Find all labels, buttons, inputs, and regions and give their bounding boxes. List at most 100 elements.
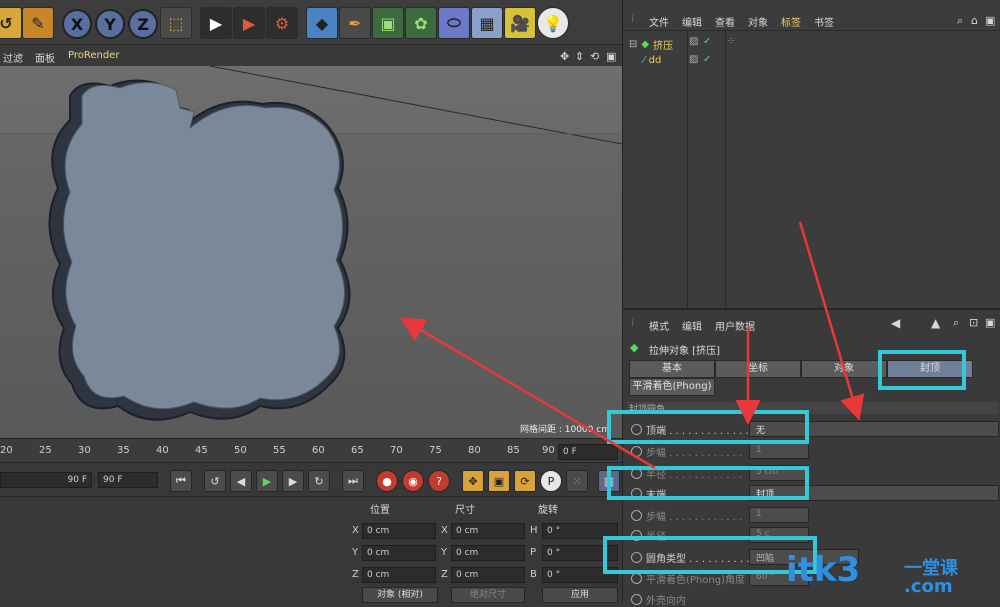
coord-mode-dropdown[interactable]: 对象 (相对) <box>362 587 438 603</box>
menu-edit[interactable]: 编辑 <box>682 318 702 333</box>
coord-system-icon[interactable]: ⬚ <box>160 7 192 39</box>
size-z-field[interactable]: 0 cm <box>451 567 525 583</box>
menu-bookmarks[interactable]: 书签 <box>814 14 834 29</box>
next-frame-icon[interactable]: ▶ <box>282 470 304 492</box>
floor-icon[interactable]: ▦ <box>471 7 503 39</box>
start-steps-field[interactable]: 1 <box>749 443 809 459</box>
go-to-start-icon[interactable]: ⏮ <box>170 470 192 492</box>
new-view-icon[interactable]: ▣ <box>985 316 995 329</box>
zoom-view-icon[interactable]: ⇕ <box>575 50 584 63</box>
phong-tag-icon[interactable]: ⁘ <box>727 36 735 47</box>
keyframe-selection-icon[interactable]: ? <box>428 470 450 492</box>
render-picture-icon[interactable]: ▶ <box>233 7 265 39</box>
size-mode-dropdown[interactable]: 绝对尺寸 <box>451 587 525 603</box>
menu-filter[interactable]: 过滤 <box>3 50 23 65</box>
key-param-icon[interactable]: P <box>540 470 562 492</box>
size-y-field[interactable]: 0 cm <box>451 545 525 561</box>
object-row[interactable]: ⊟ ◆ 挤压 <box>629 37 673 52</box>
tab-object[interactable]: 对象 <box>801 360 887 378</box>
search-icon[interactable]: ⌕ <box>957 14 963 28</box>
lock-icon[interactable]: ⊡ <box>969 316 978 329</box>
key-rotation-icon[interactable]: ⟳ <box>514 470 536 492</box>
pos-x-field[interactable]: 0 cm <box>362 523 436 539</box>
pen-spline-icon[interactable]: ✒ <box>339 7 371 39</box>
undo-icon[interactable]: ↺ <box>0 7 22 39</box>
end-steps-field[interactable]: 1 <box>749 507 809 523</box>
cube-icon[interactable]: ◆ <box>306 7 338 39</box>
expand-icon[interactable]: ⊟ <box>629 39 637 50</box>
menu-file[interactable]: 文件 <box>649 14 669 29</box>
new-view-icon[interactable]: ▣ <box>985 14 995 27</box>
end-steps-label: 步幅 . . . . . . . . . . . . <box>631 508 742 523</box>
tab-coords[interactable]: 坐标 <box>715 360 801 378</box>
radio-icon[interactable] <box>631 594 642 605</box>
maximize-view-icon[interactable]: ▣ <box>606 50 616 63</box>
auto-key-icon[interactable]: ◉ <box>402 470 424 492</box>
pos-axis-label: Y <box>352 547 359 558</box>
tick-label: 30 <box>78 445 91 456</box>
go-to-end-icon[interactable]: ⏭ <box>342 470 364 492</box>
live-select-icon[interactable]: ✎ <box>22 7 54 39</box>
position-header: 位置 <box>370 505 390 516</box>
layer-icon[interactable]: ▨ <box>689 36 698 47</box>
prev-frame-icon[interactable]: ◀ <box>230 470 252 492</box>
next-key-icon[interactable]: ↻ <box>308 470 330 492</box>
menu-edit[interactable]: 编辑 <box>682 14 702 29</box>
lock-x-icon[interactable]: X <box>62 9 92 39</box>
watermark: itk3 一堂课 .com <box>786 548 986 600</box>
up-arrow-icon[interactable]: ▲ <box>931 316 940 330</box>
rot-axis-label: P <box>530 547 537 558</box>
layer-icon[interactable]: ▨ <box>689 54 698 65</box>
menu-view[interactable]: 查看 <box>715 14 735 29</box>
render-view-icon[interactable]: ▶ <box>200 7 232 39</box>
perspective-viewport[interactable]: 网格间距 : 10000 cm <box>0 66 622 438</box>
menu-prorender[interactable]: ProRender <box>68 50 119 61</box>
radio-icon[interactable] <box>631 573 642 584</box>
object-manager-menu: ⁞ 文件 编辑 查看 对象 标签 书签 ⌕ ⌂ ▣ <box>623 10 1000 29</box>
render-settings-icon[interactable]: ⚙ <box>266 7 298 39</box>
object-row[interactable]: ⁄ dd <box>643 55 661 66</box>
size-x-field[interactable]: 0 cm <box>451 523 525 539</box>
radio-icon[interactable] <box>631 446 642 457</box>
camera-icon[interactable]: 🎥 <box>504 7 536 39</box>
deformer-icon[interactable]: ⬭ <box>438 7 470 39</box>
move-view-icon[interactable]: ✥ <box>560 50 569 63</box>
rotate-view-icon[interactable]: ⟲ <box>590 50 599 63</box>
preview-end-field[interactable]: 90 F <box>0 472 92 488</box>
timeline-ruler[interactable]: 20 25 30 35 40 45 50 55 60 65 70 75 80 8… <box>0 438 622 462</box>
play-icon[interactable]: ▶ <box>256 470 278 492</box>
key-position-icon[interactable]: ✥ <box>462 470 484 492</box>
size-axis-label: X <box>441 525 448 536</box>
record-icon[interactable]: ● <box>376 470 398 492</box>
watermark-domain: .com <box>904 576 953 597</box>
enabled-check-icon[interactable]: ✓ <box>703 54 711 65</box>
enabled-check-icon[interactable]: ✓ <box>703 36 711 47</box>
menu-mode[interactable]: 模式 <box>649 318 669 333</box>
lock-z-icon[interactable]: Z <box>128 9 158 39</box>
radio-icon[interactable] <box>631 510 642 521</box>
menu-user-data[interactable]: 用户数据 <box>715 318 755 333</box>
menu-panel[interactable]: 面板 <box>35 50 55 65</box>
key-scale-icon[interactable]: ▣ <box>488 470 510 492</box>
start-steps-label: 步幅 . . . . . . . . . . . . <box>631 444 742 459</box>
tab-phong[interactable]: 平滑着色(Phong) <box>629 378 715 396</box>
prev-key-icon[interactable]: ↺ <box>204 470 226 492</box>
tab-basic[interactable]: 基本 <box>629 360 715 378</box>
key-pla-icon[interactable]: ⁙ <box>566 470 588 492</box>
subdivision-icon[interactable]: ▣ <box>372 7 404 39</box>
apply-button[interactable]: 应用 <box>542 587 618 603</box>
search-icon[interactable]: ⌕ <box>953 316 959 330</box>
pos-z-field[interactable]: 0 cm <box>362 567 436 583</box>
current-frame-field[interactable]: 0 F <box>558 444 618 460</box>
menu-tags[interactable]: 标签 <box>781 14 801 29</box>
menu-grip-icon: ⁞ <box>631 318 635 329</box>
end-frame-field[interactable]: 90 F <box>98 472 158 488</box>
light-icon[interactable]: 💡 <box>537 7 569 39</box>
back-arrow-icon[interactable]: ◀ <box>891 316 900 330</box>
tick-label: 65 <box>351 445 364 456</box>
pos-y-field[interactable]: 0 cm <box>362 545 436 561</box>
lock-y-icon[interactable]: Y <box>95 9 125 39</box>
cloner-icon[interactable]: ✿ <box>405 7 437 39</box>
menu-object[interactable]: 对象 <box>748 14 768 29</box>
home-icon[interactable]: ⌂ <box>971 14 978 27</box>
